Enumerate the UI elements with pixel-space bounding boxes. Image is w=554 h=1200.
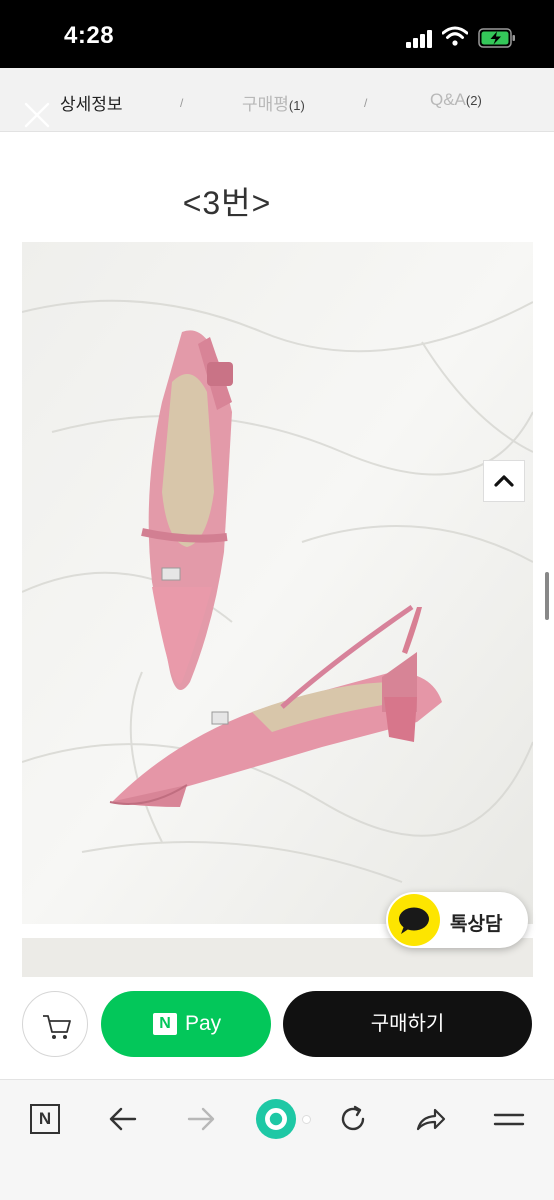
kakao-chat-icon — [388, 894, 440, 946]
buy-button[interactable]: 구매하기 — [283, 991, 532, 1057]
tab-qna[interactable]: Q&A(2) — [430, 90, 482, 110]
tab-indicator — [300, 1098, 312, 1140]
naver-pay-logo: N — [153, 1013, 177, 1035]
menu-icon — [493, 1113, 525, 1126]
kakao-talk-button[interactable]: 톡상담 — [386, 892, 528, 948]
home-button[interactable] — [255, 1098, 297, 1140]
product-detail-content: <3번> — [0, 132, 554, 977]
chevron-up-icon — [494, 475, 514, 487]
reload-icon — [341, 1105, 365, 1131]
back-button[interactable] — [102, 1098, 144, 1140]
dot-icon — [301, 1114, 311, 1124]
cart-icon — [43, 1015, 71, 1039]
naver-pay-button[interactable]: N Pay — [101, 991, 271, 1057]
arrow-right-icon — [187, 1107, 215, 1131]
wifi-icon — [442, 26, 468, 46]
tab-separator: / — [364, 96, 368, 110]
scrollbar[interactable] — [545, 572, 549, 620]
share-icon — [416, 1108, 446, 1131]
close-icon[interactable] — [22, 100, 52, 130]
status-bar: 4:28 — [0, 0, 554, 68]
status-time: 4:28 — [64, 22, 115, 49]
tab-details-label: 상세정보 — [60, 95, 123, 114]
menu-button[interactable] — [488, 1098, 530, 1140]
browser-toolbar: N — [0, 1079, 554, 1200]
home-icon — [255, 1098, 297, 1140]
purchase-bar: N Pay 구매하기 — [0, 977, 554, 1079]
share-button[interactable] — [410, 1098, 452, 1140]
tab-qna-label: Q&A — [430, 90, 466, 109]
naver-logo-icon: N — [30, 1104, 60, 1134]
product-heading: <3번> — [182, 185, 272, 221]
kakao-talk-label: 톡상담 — [450, 914, 503, 935]
naver-pay-label: Pay — [185, 1012, 222, 1035]
product-photo — [22, 242, 533, 924]
tab-reviews[interactable]: 구매평(1) — [242, 90, 305, 115]
reload-button[interactable] — [332, 1098, 374, 1140]
forward-button[interactable] — [180, 1098, 222, 1140]
signal-icon — [406, 30, 434, 48]
naver-button[interactable]: N — [24, 1098, 66, 1140]
naver-logo-label: N — [38, 1109, 52, 1128]
cart-button[interactable] — [22, 991, 88, 1057]
tab-qna-count: (2) — [465, 93, 482, 108]
tab-reviews-label: 구매평 — [242, 95, 289, 114]
tab-separator: / — [180, 96, 184, 110]
scroll-top-button[interactable] — [483, 460, 525, 502]
product-tabs: 상세정보 / 구매평(1) / Q&A(2) — [0, 68, 554, 132]
tab-reviews-count: (1) — [288, 98, 305, 113]
battery-icon — [478, 28, 515, 48]
arrow-left-icon — [109, 1107, 137, 1131]
tab-details[interactable]: 상세정보 — [60, 90, 123, 115]
